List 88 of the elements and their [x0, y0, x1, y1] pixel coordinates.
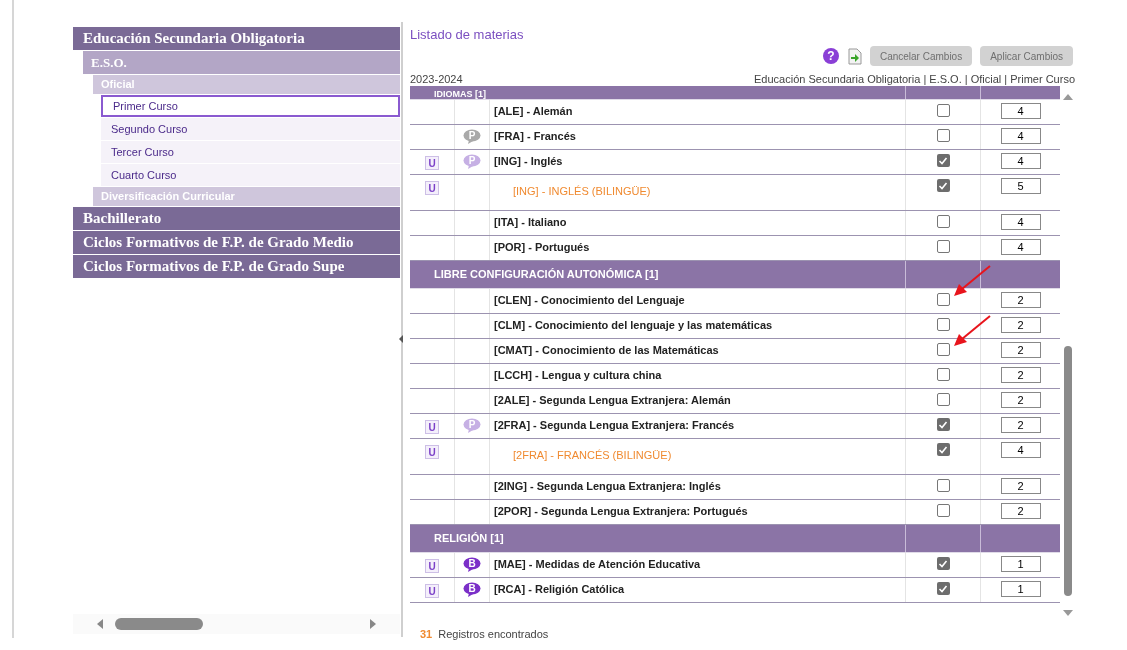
hours-input[interactable]: 2	[1000, 342, 1041, 358]
checkbox[interactable]	[936, 479, 950, 492]
checkbox[interactable]	[936, 443, 950, 456]
speech-bubble-badge: B	[463, 557, 481, 572]
subject-name: [MAE] - Medidas de Atención Educativa	[494, 558, 701, 570]
hours-input[interactable]: 4	[1000, 442, 1041, 458]
checkbox[interactable]	[936, 557, 950, 570]
checkbox[interactable]	[936, 215, 950, 228]
subject-name: [CMAT] - Conocimiento de las Matemáticas	[494, 344, 719, 356]
hours-input[interactable]: 2	[1000, 317, 1041, 333]
subject-name: [LCCH] - Lengua y cultura china	[494, 369, 662, 381]
hours-input[interactable]: 2	[1000, 478, 1041, 494]
hours-input[interactable]: 4	[1000, 103, 1041, 119]
help-button[interactable]: ?	[822, 48, 839, 64]
sidebar-item[interactable]: Ciclos Formativos de F.P. de Grado Medio	[73, 231, 400, 254]
hours-input[interactable]: 4	[1000, 128, 1041, 144]
record-count: 31	[420, 628, 433, 640]
hours-input[interactable]: 4	[1000, 239, 1041, 255]
u-tag[interactable]: U	[425, 559, 439, 573]
hours-input[interactable]: 2	[1000, 392, 1041, 408]
hours-input[interactable]: 2	[1000, 417, 1041, 433]
export-icon[interactable]	[846, 47, 862, 65]
panel-title: Listado de materias	[410, 27, 525, 43]
subject-name: [2ING] - Segunda Lengua Extranjera: Inglés	[494, 480, 721, 492]
subject-name: [ING] - Inglés	[494, 155, 563, 167]
sidebar-item[interactable]: Primer Curso	[101, 95, 400, 117]
u-tag[interactable]: U	[425, 584, 439, 598]
subject-name: [2FRA] - Segunda Lengua Extranjera: Francés	[494, 419, 735, 431]
school-year: 2023-2024	[410, 73, 463, 86]
u-tag[interactable]: U	[425, 445, 439, 459]
u-tag[interactable]: U	[425, 420, 439, 434]
hours-input[interactable]: 4	[1000, 214, 1041, 230]
subject-name: [2FRA] - FRANCÉS (BILINGÜE)	[513, 449, 672, 461]
section-title: RELIGIÓN [1]	[433, 531, 505, 547]
sidebar-item[interactable]: Bachillerato	[73, 207, 400, 230]
subject-name: [POR] - Portugués	[494, 241, 590, 253]
subject-name: [ITA] - Italiano	[494, 216, 567, 228]
breadcrumb: Educación Secundaria Obligatoria | E.S.O. | Oficial | Primer Curso	[754, 73, 1075, 86]
speech-bubble-badge: P	[463, 129, 481, 144]
scroll-left-icon[interactable]	[97, 619, 103, 629]
section-title: IDIOMAS [1]	[433, 89, 487, 99]
checkbox[interactable]	[936, 179, 950, 192]
subject-name: [RCA] - Religión Católica	[494, 583, 625, 595]
section-title: LIBRE CONFIGURACIÓN AUTONÓMICA [1]	[433, 267, 660, 283]
hours-input[interactable]: 2	[1000, 367, 1041, 383]
speech-bubble-badge: P	[463, 154, 481, 169]
subject-name: [ING] - INGLÉS (BILINGÜE)	[513, 185, 651, 197]
subject-name: [ALE] - Alemán	[494, 105, 573, 117]
subject-name: [2POR] - Segunda Lengua Extranjera: Portugués	[494, 505, 748, 517]
sidebar-item[interactable]: Cuarto Curso	[101, 164, 400, 186]
hours-input[interactable]: 2	[1000, 503, 1041, 519]
checkbox[interactable]	[936, 582, 950, 595]
speech-bubble-badge: P	[463, 418, 481, 433]
hours-input[interactable]: 5	[1000, 178, 1041, 194]
checkbox[interactable]	[936, 504, 950, 517]
checkbox[interactable]	[936, 104, 950, 117]
sidebar-item[interactable]: Tercer Curso	[101, 141, 400, 163]
u-tag[interactable]: U	[425, 181, 439, 195]
scrollbar-thumb[interactable]	[115, 618, 203, 630]
sidebar-item[interactable]: Segundo Curso	[101, 118, 400, 140]
sidebar-item[interactable]: Ciclos Formativos de F.P. de Grado Supe	[73, 255, 400, 278]
collapse-handle-icon[interactable]	[399, 335, 403, 343]
checkbox[interactable]	[936, 368, 950, 381]
checkbox[interactable]	[936, 393, 950, 406]
hours-input[interactable]: 2	[1000, 292, 1041, 308]
checkbox[interactable]	[936, 418, 950, 431]
checkbox[interactable]	[936, 343, 950, 356]
horizontal-scrollbar[interactable]	[73, 614, 400, 634]
subject-name: [2ALE] - Segunda Lengua Extranjera: Alemán	[494, 394, 731, 406]
scroll-right-icon[interactable]	[370, 619, 376, 629]
subject-name: [CLM] - Conocimiento del lenguaje y las matemáticas	[494, 319, 773, 331]
scroll-up-icon[interactable]	[1063, 94, 1073, 100]
checkbox[interactable]	[936, 154, 950, 167]
checkbox[interactable]	[936, 129, 950, 142]
checkbox[interactable]	[936, 318, 950, 331]
checkbox[interactable]	[936, 293, 950, 306]
subject-name: [CLEN] - Conocimiento del Lenguaje	[494, 294, 685, 306]
checkbox[interactable]	[936, 240, 950, 253]
record-label: Registros encontrados	[438, 628, 549, 640]
hours-input[interactable]: 1	[1000, 581, 1041, 597]
u-tag[interactable]: U	[425, 156, 439, 170]
scroll-down-icon[interactable]	[1063, 610, 1073, 616]
sidebar-item[interactable]: Educación Secundaria Obligatoria	[73, 27, 400, 50]
subject-name: [FRA] - Francés	[494, 130, 576, 142]
hours-input[interactable]: 4	[1000, 153, 1041, 169]
hours-input[interactable]: 1	[1000, 556, 1041, 572]
speech-bubble-badge: B	[463, 582, 481, 597]
scrollbar-thumb[interactable]	[1064, 346, 1072, 596]
